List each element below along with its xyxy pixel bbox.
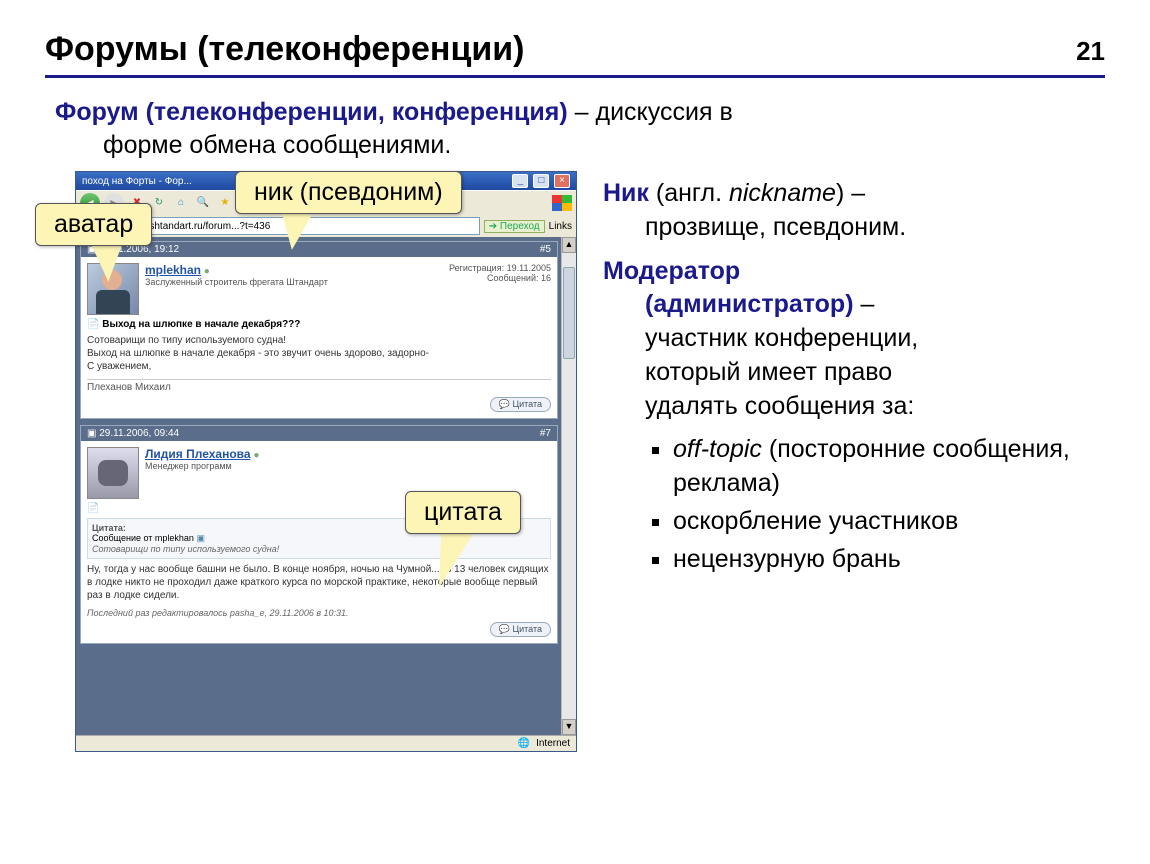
quote-button[interactable]: 💬 Цитата [490,622,551,637]
forum-post: ▣ 21.11.2006, 19:12 #5 mplekhan ● Заслуж… [80,241,558,419]
online-status-icon: ● [253,450,259,461]
post-number: #7 [540,428,551,439]
scroll-thumb[interactable] [563,267,575,359]
forum-post: ▣ 29.11.2006, 09:44 #7 Лидия Плеханова ●… [80,425,558,644]
user-rank: Менеджер программ [145,461,232,471]
post-subject: 📄 Выход на шлюпке в начале декабря??? [87,319,551,330]
go-button[interactable]: ➔ Переход [484,220,545,233]
post-body-text: Ну, тогда у нас вообще башни не было. В … [87,563,551,602]
page-content: ▲ ▼ ▣ 21.11.2006, 19:12 #5 [76,237,576,735]
status-text: Internet [536,738,570,749]
post-date: 29.11.2006, 09:44 [99,428,179,439]
view-post-icon[interactable]: ▣ [196,533,205,543]
callout-nick: ник (псевдоним) [235,171,462,214]
signature: Плеханов Михаил [87,379,551,393]
windows-logo-icon [552,195,572,211]
quote-button[interactable]: 💬 Цитата [490,397,551,412]
page-title: Форумы (телеконференции) [45,30,524,69]
definitions: Ник (англ. nickname) – прозвище, псевдон… [603,171,1105,580]
list-item: off-topic (посторонние сообщения, реклам… [673,433,1105,501]
header-bar: Форумы (телеконференции) 21 [45,30,1105,78]
moderator-reasons-list: off-topic (посторонние сообщения, реклам… [603,433,1105,576]
list-item: оскорбление участников [673,505,1105,539]
online-status-icon: ● [204,266,210,277]
refresh-icon[interactable]: ↻ [150,194,168,212]
scroll-up-icon[interactable]: ▲ [562,237,576,253]
avatar[interactable] [87,447,139,499]
links-label[interactable]: Links [549,221,572,232]
user-meta: Регистрация: 19.11.2005 Сообщений: 16 [449,263,551,315]
callout-avatar: аватар [35,203,152,246]
intro-paragraph: Форум (телеконференции, конференция) – д… [55,96,1105,161]
intro-term: Форум (телеконференции, конференция) [55,98,568,126]
min-button[interactable]: _ [512,174,528,188]
post-body-text: Сотоварищи по типу используемого судна! … [87,334,551,373]
window-title: поход на Форты - Фор... [82,176,192,187]
scrollbar[interactable]: ▲ ▼ [561,237,576,735]
callout-avatar-tail [92,241,130,284]
home-icon[interactable]: ⌂ [172,194,190,212]
term-nick: Ник [603,179,649,207]
list-item: нецензурную брань [673,543,1105,577]
term-moderator: Модератор [603,257,740,285]
user-rank: Заслуженный строитель фрегата Штандарт [145,277,328,287]
scroll-down-icon[interactable]: ▼ [562,719,576,735]
search-icon[interactable]: 🔍 [194,194,212,212]
fav-icon[interactable]: ★ [216,194,234,212]
user-nick-link[interactable]: Лидия Плеханова [145,447,251,461]
browser-window: поход на Форты - Фор... _ □ × ◄ ► ✖ ↻ ⌂ … [75,171,577,752]
post-number: #5 [540,244,551,255]
max-button[interactable]: □ [533,174,549,188]
edited-note: Последний раз редактировалось pasha_e, 2… [87,608,551,618]
callout-quote: цитата [405,491,521,534]
page-number: 21 [1076,36,1105,67]
close-button[interactable]: × [554,174,570,188]
user-nick-link[interactable]: mplekhan [145,263,201,277]
internet-zone-icon: 🌐 [518,738,530,749]
statusbar: 🌐 Internet [76,735,576,751]
